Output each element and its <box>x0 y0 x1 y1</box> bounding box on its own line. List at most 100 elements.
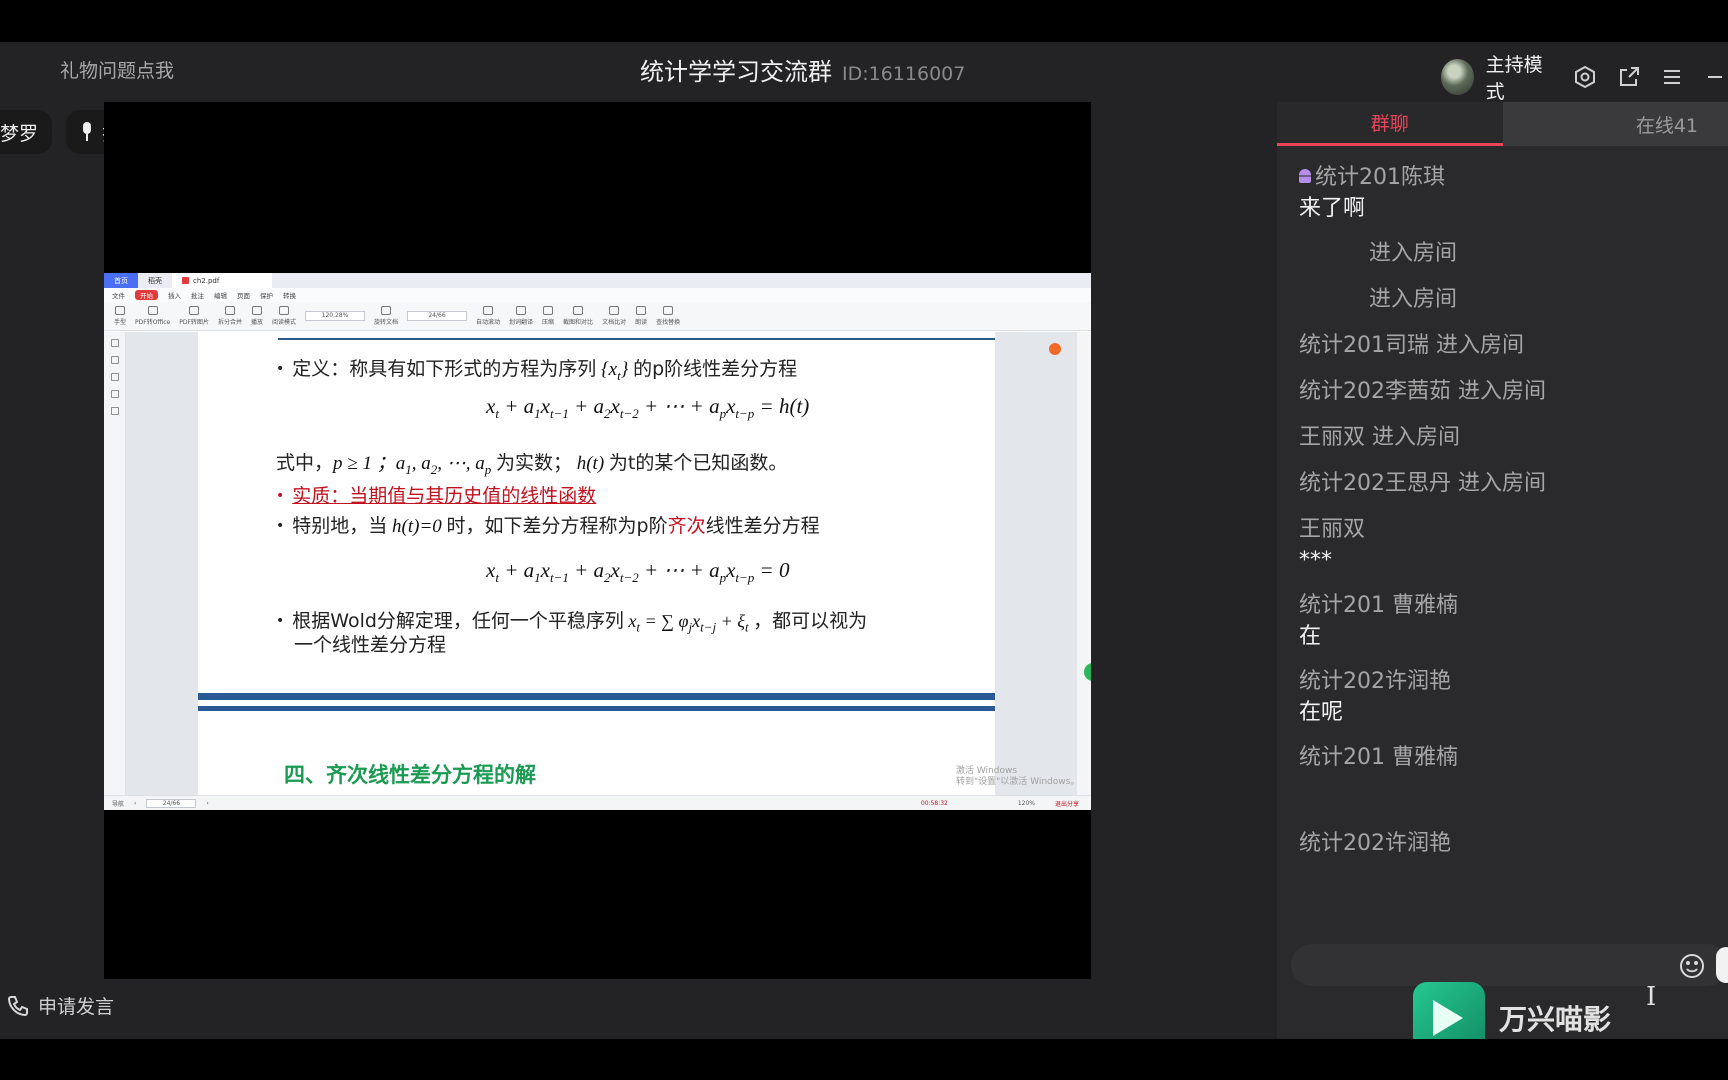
attachment-icon[interactable] <box>110 390 119 398</box>
tool-to-image[interactable]: PDF转图片 <box>179 306 209 326</box>
video-editor-watermark: 万兴喵影 <box>1413 982 1611 1039</box>
pdf-tab-home[interactable]: 首页 <box>104 273 138 288</box>
zoom-field[interactable]: 120.28% <box>304 311 365 321</box>
tool-compare[interactable]: 文档比对 <box>602 306 626 326</box>
room-id: ID:16116007 <box>842 63 966 85</box>
system-message: 王丽双 进入房间 <box>1299 425 1460 450</box>
watermark-brand-name: 万兴喵影 <box>1499 1003 1612 1036</box>
pdf-body: • 定义：称具有如下形式的方程为序列 {xt} 的p阶线性差分方程 xt + a1… <box>104 332 1091 795</box>
tool-rotate[interactable]: 旋转文档 <box>374 306 398 326</box>
record-time: 00:58:32 <box>920 799 948 807</box>
filmora-logo-icon <box>1413 982 1485 1039</box>
shared-pdf-window: 首页 稻壳 ch2.pdf 文件 开始 插入 批注 编辑 页面 保护 转换 手型… <box>104 273 1091 810</box>
pdf-menu-file[interactable]: 文件 <box>112 290 125 300</box>
text-cursor-icon: I <box>1646 982 1657 1012</box>
message-text: 来了啊 <box>1299 196 1366 221</box>
minimize-icon[interactable] <box>1703 63 1728 91</box>
message-text: *** <box>1299 548 1332 573</box>
message-sender: 统计201 曹雅楠 <box>1299 745 1458 770</box>
section-divider-bottom <box>198 706 995 711</box>
emoji-icon[interactable] <box>1678 952 1706 980</box>
next-section-heading: 四、齐次线性差分方程的解 <box>284 763 536 787</box>
tool-read-aloud[interactable]: 朗读 <box>635 306 647 326</box>
chat-message: 统计202许润艳 在呢 <box>1299 666 1719 728</box>
apply-speak-button[interactable]: 申请发言 <box>6 992 114 1019</box>
zoom-status[interactable]: 120% <box>1018 800 1035 807</box>
definition-line: • 定义：称具有如下形式的方程为序列 {xt} 的p阶线性差分方程 <box>276 358 798 383</box>
prev-page-icon[interactable]: ‹ <box>134 800 136 807</box>
pdf-page: • 定义：称具有如下形式的方程为序列 {xt} 的p阶线性差分方程 xt + a1… <box>198 332 1079 795</box>
thumbnail-icon[interactable] <box>110 356 119 364</box>
message-sender: 统计201陈琪 <box>1299 162 1719 194</box>
tool-screenshot[interactable]: 截图和对比 <box>563 306 593 326</box>
page-field[interactable]: 24/66 <box>407 311 467 321</box>
settings-hexagon-icon[interactable] <box>1573 63 1598 91</box>
tab-group-chat[interactable]: 群聊 <box>1277 102 1503 146</box>
system-message: 进入房间 <box>1369 287 1458 312</box>
difference-equation: xt + a1xt−1 + a2xt−2 + ⋯ + apxt−p = h(t) <box>486 394 810 422</box>
tool-play[interactable]: 播放 <box>251 306 263 326</box>
next-page-icon[interactable]: › <box>206 800 208 807</box>
pdf-tab-template[interactable]: 稻壳 <box>138 273 172 288</box>
section-divider-top <box>198 693 995 700</box>
room-title-area: 统计学学习交流群 ID:16116007 <box>640 52 965 87</box>
notification-badge-icon[interactable] <box>1049 343 1061 355</box>
mic-user-chip[interactable]: 梦罗 <box>0 110 53 154</box>
pdf-tab-bar: 首页 稻壳 ch2.pdf <box>104 273 1091 288</box>
nav-toggle[interactable]: 导航 <box>112 799 124 808</box>
popout-icon[interactable] <box>1616 63 1641 91</box>
tool-split-merge[interactable]: 拆分合并 <box>218 306 242 326</box>
message-sender: 统计202许润艳 <box>1299 831 1451 856</box>
message-text: 在呢 <box>1299 700 1344 725</box>
send-button[interactable] <box>1716 947 1728 983</box>
chat-message: 王丽双 *** <box>1299 514 1719 576</box>
pdf-toolbar: 手型 PDF转Office PDF转图片 拆分合并 播放 阅读模式 120.28… <box>104 302 1091 331</box>
essence-line: • 实质：当期值与其历史值的线性函数 <box>276 485 597 507</box>
pdf-menu-insert[interactable]: 插入 <box>168 290 181 300</box>
menu-icon[interactable] <box>1659 63 1684 91</box>
pdf-menu-annotate[interactable]: 批注 <box>191 290 204 300</box>
chat-tabs: 群聊 在线41 <box>1277 102 1728 146</box>
apply-speak-label: 申请发言 <box>38 996 115 1018</box>
pdf-file-name: ch2.pdf <box>193 276 220 285</box>
pdf-tab-file[interactable]: ch2.pdf <box>172 273 272 288</box>
user-badge-icon <box>1299 169 1311 183</box>
status-page-field[interactable]: 24/66 <box>146 798 197 808</box>
tool-hand[interactable]: 手型 <box>114 306 126 326</box>
chat-message: 统计202许润艳 <box>1299 828 1719 860</box>
message-sender: 统计201 曹雅楠 <box>1299 593 1458 618</box>
voice-room-app: 礼物问题点我 统计学学习交流群 ID:16116007 主持模式 梦罗 首页 稻… <box>0 42 1728 1039</box>
microphone-icon <box>83 122 91 141</box>
pdf-right-sidebar <box>1077 332 1091 795</box>
comment-icon[interactable] <box>110 373 119 381</box>
pdf-menu-bar: 文件 开始 插入 批注 编辑 页面 保护 转换 <box>104 288 1091 302</box>
tool-compress[interactable]: 压缩 <box>542 306 554 326</box>
tool-find-replace[interactable]: 查找替换 <box>656 306 680 326</box>
host-avatar[interactable] <box>1441 59 1474 95</box>
tab-online[interactable]: 在线41 <box>1502 102 1728 146</box>
pdf-menu-edit[interactable]: 编辑 <box>214 290 227 300</box>
message-text: 在 <box>1299 624 1322 649</box>
host-mode-label[interactable]: 主持模式 <box>1486 50 1555 104</box>
chat-message-list: 统计201陈琪 来了啊 进入房间 进入房间 统计201司瑞 进入房间 统计202… <box>1299 162 1719 874</box>
message-sender: 统计202许润艳 <box>1299 669 1451 694</box>
chat-message: 统计201陈琪 来了啊 <box>1299 162 1719 224</box>
tool-auto-scroll[interactable]: 自动滚动 <box>476 306 500 326</box>
tool-to-office[interactable]: PDF转Office <box>135 306 170 326</box>
exit-share-button[interactable]: 退出分享 <box>1055 799 1079 808</box>
pdf-left-sidebar <box>104 332 126 795</box>
system-message: 统计201司瑞 进入房间 <box>1299 333 1524 358</box>
tool-translate[interactable]: 划词翻译 <box>509 306 533 326</box>
chat-input[interactable] <box>1291 944 1728 986</box>
gift-help-link[interactable]: 礼物问题点我 <box>60 56 174 83</box>
chat-message: 统计201 曹雅楠 在 <box>1299 590 1719 652</box>
system-message: 进入房间 <box>1369 241 1458 266</box>
pdf-menu-convert[interactable]: 转换 <box>283 290 296 300</box>
stamp-icon[interactable] <box>110 407 119 415</box>
pdf-menu-start[interactable]: 开始 <box>135 290 158 300</box>
pdf-menu-protect[interactable]: 保护 <box>260 290 273 300</box>
windows-activation-watermark: 激活 Windows 转到"设置"以激活 Windows。 <box>956 766 1080 787</box>
bookmark-icon[interactable] <box>110 339 119 347</box>
tool-read-mode[interactable]: 阅读模式 <box>272 306 296 326</box>
pdf-menu-page[interactable]: 页面 <box>237 290 250 300</box>
